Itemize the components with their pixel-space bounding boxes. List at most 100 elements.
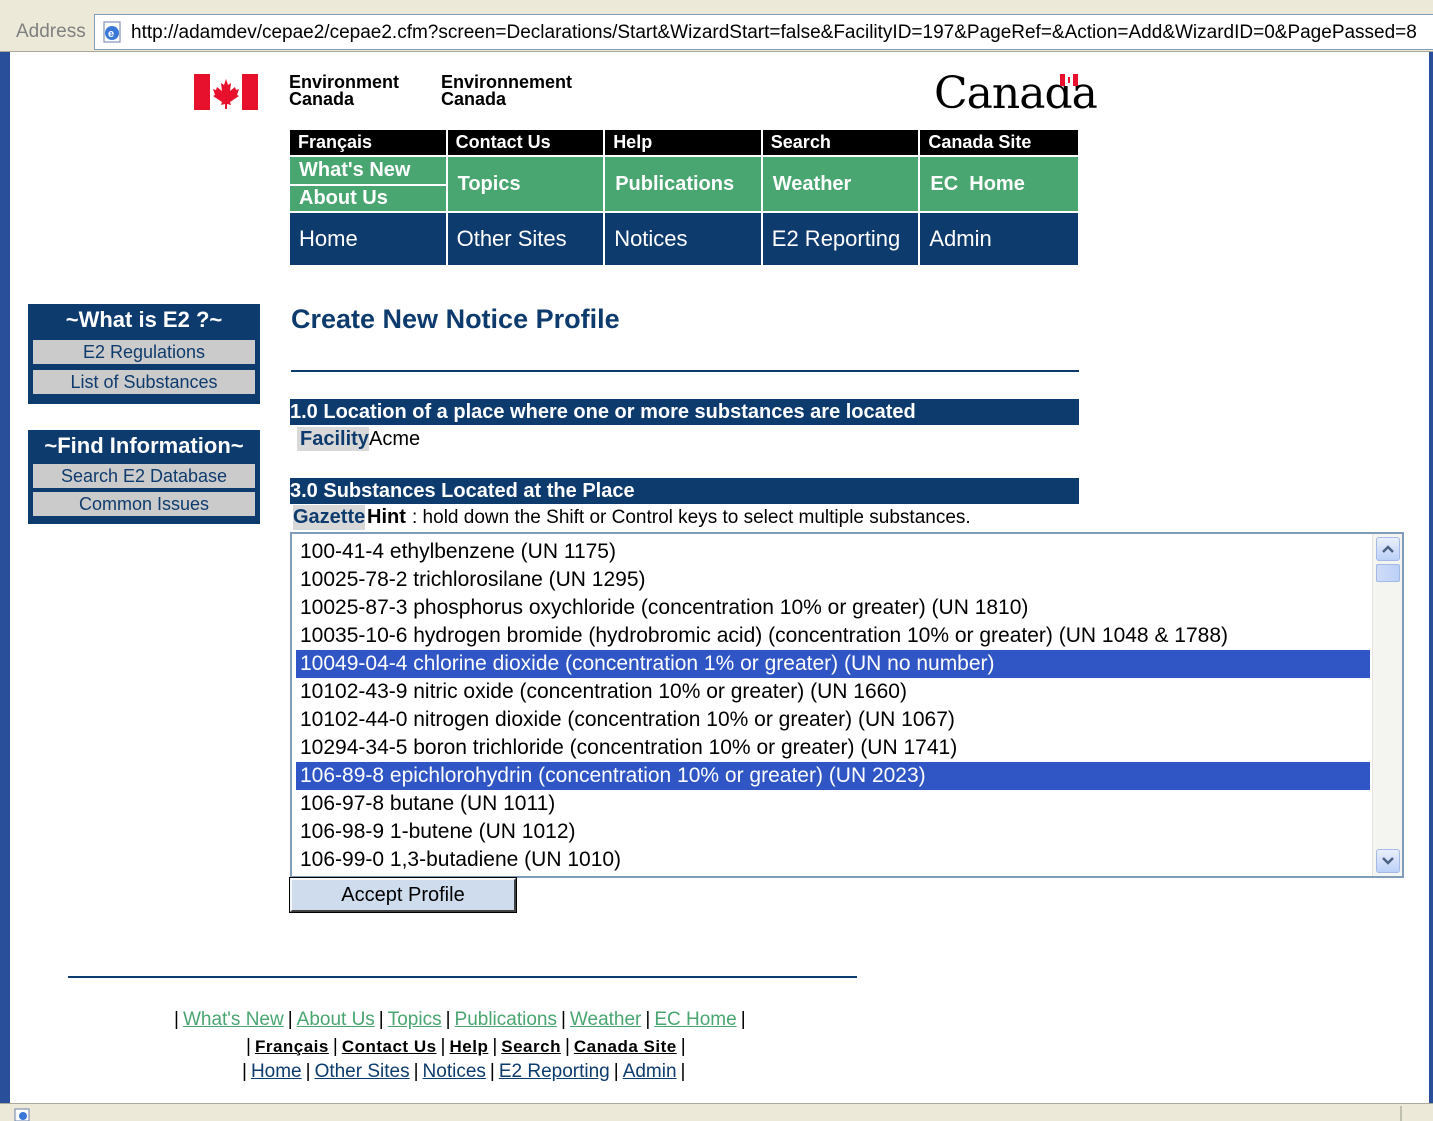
footer-separator: | [378,1009,384,1030]
sidebar-item-common-issues[interactable]: Common Issues [33,492,255,516]
hint-label: Hint [367,506,406,528]
substance-option[interactable]: 106-98-9 1-butene (UN 1012) [296,818,1370,846]
substance-option[interactable]: 10035-10-6 hydrogen bromide (hydrobromic… [296,622,1370,650]
section-location-header: 1.0 Location of a place where one or mor… [290,399,1079,425]
scroll-up-button[interactable] [1376,537,1400,561]
nav-whats-new[interactable]: What's New [290,157,446,184]
nav-row-blue: Home Other Sites Notices E2 Reporting Ad… [290,211,1078,265]
nav-split-cell: What's New About Us [290,157,448,211]
nav-other-sites[interactable]: Other Sites [447,213,606,265]
substance-option[interactable]: 10025-78-2 trichlorosilane (UN 1295) [296,566,1370,594]
footer-separator: | [242,1061,247,1082]
substances-list: 100-41-4 ethylbenzene (UN 1175) 10025-78-… [296,538,1370,874]
nav-weather[interactable]: Weather [762,157,921,211]
nav-topics[interactable]: Topics [447,157,606,211]
footer-utility-link[interactable]: Search [501,1037,561,1056]
footer-primary-link[interactable]: What's New [183,1009,284,1030]
sidebar-item-search-e2-database[interactable]: Search E2 Database [33,464,255,488]
gazette-label: Gazette [293,505,366,530]
svg-text:e: e [108,28,114,40]
substance-option[interactable]: 106-97-8 butane (UN 1011) [296,790,1370,818]
footer-separator: | [740,1009,746,1030]
footer-separator: | [492,1036,498,1057]
status-bar [0,1103,1433,1121]
footer-links-utility: | Français | Contact Us | Help | Search | Canada … [242,1036,690,1058]
facility-label: Facility [297,427,369,451]
dept-en-line2: Canada [289,89,355,109]
address-bar: Address e http://adamdev/cepae2/cepae2.c… [0,0,1433,52]
nav-row-utility: Français Contact Us Help Search Canada S… [290,130,1078,155]
chevron-down-icon [1382,857,1394,865]
footer-separator: | [680,1036,686,1057]
footer-utility-link[interactable]: Français [255,1037,329,1056]
footer-site-link[interactable]: Notices [423,1061,486,1082]
hint-text: : hold down the Shift or Control keys to… [412,507,971,528]
nav-e2-reporting[interactable]: E2 Reporting [762,213,921,265]
substance-option[interactable]: 10102-43-9 nitric oxide (concentration 1… [296,678,1370,706]
nav-home[interactable]: Home [290,213,448,265]
substance-option[interactable]: 106-99-0 1,3-butadiene (UN 1010) [296,846,1370,874]
main-navigation: Français Contact Us Help Search Canada S… [290,130,1078,265]
footer-primary-link[interactable]: Weather [570,1009,641,1030]
footer-separator: | [613,1061,619,1082]
scroll-thumb[interactable] [1376,564,1400,582]
substances-listbox[interactable]: 100-41-4 ethylbenzene (UN 1175) 10025-78-… [290,532,1404,878]
department-name-en: Environment Canada [289,73,399,109]
nav-canada-site[interactable]: Canada Site [920,130,1078,155]
footer-site-link[interactable]: Admin [623,1061,677,1082]
dept-fr-line2: Canada [441,89,507,109]
nav-help[interactable]: Help [605,130,763,155]
footer-separator: | [445,1009,451,1030]
status-divider [1400,1106,1402,1121]
footer-utility-link[interactable]: Canada Site [574,1037,677,1056]
footer-divider [68,976,857,978]
facility-value: Acme [369,428,421,450]
footer-links-site: | Home | Other Sites | Notices | E2 Reporting | A… [238,1061,689,1083]
substance-option[interactable]: 10294-34-5 boron trichloride (concentrat… [296,734,1370,762]
substance-option[interactable]: 100-41-4 ethylbenzene (UN 1175) [296,538,1370,566]
footer-utility-link[interactable]: Contact Us [342,1037,437,1056]
sidebar-item-e2-regulations[interactable]: E2 Regulations [33,340,255,364]
scroll-down-button[interactable] [1376,849,1400,873]
wordmark-flag-icon [1060,74,1078,86]
footer-site-link[interactable]: Other Sites [315,1061,410,1082]
substance-option[interactable]: 10049-04-4 chlorine dioxide (concentrati… [296,650,1370,678]
footer-separator: | [489,1061,495,1082]
nav-publications[interactable]: Publications [605,157,763,211]
footer-utility-link[interactable]: Help [449,1037,488,1056]
department-name-fr: Environnement Canada [441,73,572,109]
canada-flag-icon [194,74,258,110]
footer-primary-link[interactable]: EC Home [654,1009,736,1030]
nav-search[interactable]: Search [762,130,921,155]
nav-francais[interactable]: Français [290,130,448,155]
footer-primary-link[interactable]: About Us [297,1009,375,1030]
what-is-e2-box: ~What is E2 ?~ E2 Regulations List of Su… [28,304,260,404]
ie-page-icon: e [103,21,121,43]
sidebar-item-list-of-substances[interactable]: List of Substances [33,370,255,394]
substance-option[interactable]: 10025-87-3 phosphorus oxychloride (conce… [296,594,1370,622]
footer-site-link[interactable]: E2 Reporting [499,1061,610,1082]
footer-primary-link[interactable]: Topics [388,1009,442,1030]
footer-separator: | [680,1061,686,1082]
substance-option[interactable]: 10102-44-0 nitrogen dioxide (concentrati… [296,706,1370,734]
nav-row-green: What's New About Us Topics Publications … [290,155,1078,211]
nav-contact-us[interactable]: Contact Us [447,130,606,155]
accept-profile-button[interactable]: Accept Profile [289,877,517,913]
address-label: Address [16,21,86,42]
footer-site-link[interactable]: Home [251,1061,302,1082]
substance-option[interactable]: 106-89-8 epichlorohydrin (concentration … [296,762,1370,790]
footer-separator: | [440,1036,446,1057]
nav-ec-home[interactable]: EC Home [920,157,1078,211]
listbox-scrollbar[interactable] [1372,534,1402,876]
address-input[interactable]: e http://adamdev/cepae2/cepae2.cfm?scree… [94,14,1433,50]
nav-notices[interactable]: Notices [605,213,763,265]
footer-separator: | [560,1009,566,1030]
footer-links-primary: | What's New | About Us | Topics | Publications… [170,1009,750,1031]
nav-about-us[interactable]: About Us [290,184,446,209]
chevron-up-icon [1382,545,1394,553]
footer-separator: | [287,1009,293,1030]
footer-primary-link[interactable]: Publications [455,1009,557,1030]
nav-admin[interactable]: Admin [920,213,1078,265]
footer-separator: | [564,1036,570,1057]
footer-separator: | [246,1036,251,1057]
